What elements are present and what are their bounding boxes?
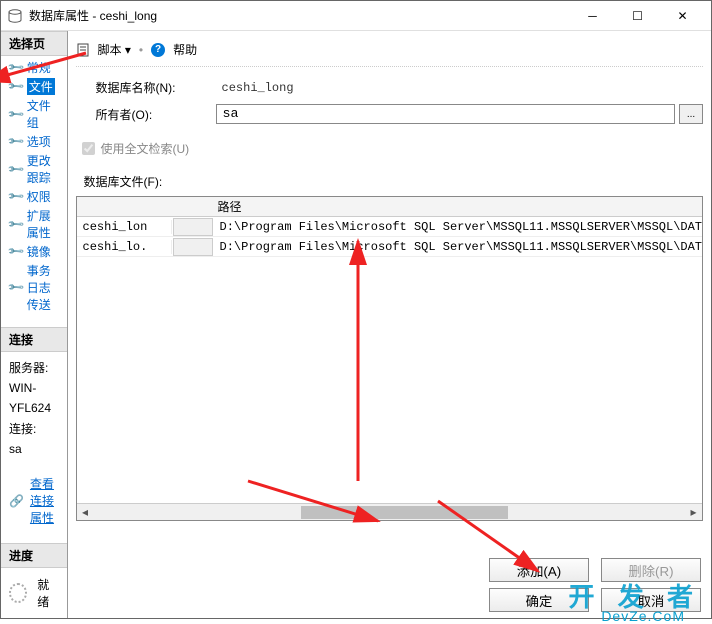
help-icon: ? — [151, 43, 165, 57]
horizontal-scrollbar[interactable]: ◂ ▸ — [77, 503, 702, 520]
table-row[interactable]: ceshi_lo. D:\Program Files\Microsoft SQL… — [77, 237, 702, 257]
db-name-value: ceshi_long — [216, 81, 703, 95]
wrench-icon: 🔧 — [6, 58, 25, 77]
page-filegroups[interactable]: 🔧文件组 — [1, 96, 67, 132]
page-permissions[interactable]: 🔧权限 — [1, 187, 67, 206]
server-value: WIN-YFL624 — [9, 378, 59, 419]
wrench-icon: 🔧 — [6, 132, 25, 151]
scroll-thumb[interactable] — [301, 506, 508, 519]
watermark-sub: DevZe.CoM — [601, 608, 685, 624]
maximize-button[interactable]: ☐ — [615, 1, 660, 30]
cell-button[interactable] — [173, 218, 213, 236]
database-icon — [7, 8, 23, 24]
page-list: 🔧常规 🔧文件 🔧文件组 🔧选项 🔧更改跟踪 🔧权限 🔧扩展属性 🔧镜像 🔧事务… — [1, 56, 67, 316]
wrench-icon: 🔧 — [6, 215, 25, 234]
conn-value: sa — [9, 439, 59, 459]
close-button[interactable]: ✕ — [660, 1, 705, 30]
page-change-tracking[interactable]: 🔧更改跟踪 — [1, 151, 67, 187]
db-name-row: 数据库名称(N): ceshi_long — [76, 79, 703, 96]
owner-browse-button[interactable]: ... — [679, 104, 703, 124]
wrench-icon: 🔧 — [6, 77, 25, 96]
sidebar: 选择页 🔧常规 🔧文件 🔧文件组 🔧选项 🔧更改跟踪 🔧权限 🔧扩展属性 🔧镜像… — [1, 31, 68, 618]
connection-info: 服务器: WIN-YFL624 连接: sa — [1, 352, 67, 470]
fts-label: 使用全文检索(U) — [101, 140, 190, 157]
conn-label: 连接: — [9, 419, 59, 439]
scroll-left-icon[interactable]: ◂ — [77, 504, 94, 521]
db-properties-window: 数据库属性 - ceshi_long ─ ☐ ✕ 选择页 🔧常规 🔧文件 🔧文件… — [0, 0, 712, 619]
page-extended-props[interactable]: 🔧扩展属性 — [1, 206, 67, 242]
wrench-icon: 🔧 — [6, 160, 25, 179]
server-label: 服务器: — [9, 358, 59, 378]
owner-row: 所有者(O): ... — [76, 104, 703, 124]
page-options[interactable]: 🔧选项 — [1, 132, 67, 151]
select-page-header: 选择页 — [1, 31, 67, 56]
view-connection-props-link[interactable]: 🔗 查看连接属性 — [1, 469, 67, 532]
window-controls: ─ ☐ ✕ — [570, 1, 705, 30]
owner-label: 所有者(O): — [76, 106, 216, 123]
page-log-shipping[interactable]: 🔧事务日志传送 — [1, 261, 67, 314]
window-title: 数据库属性 - ceshi_long — [29, 7, 570, 24]
wrench-icon: 🔧 — [6, 242, 25, 261]
db-files-grid[interactable]: 路径 ceshi_lon D:\Program Files\Microsoft … — [76, 196, 703, 521]
connection-header: 连接 — [1, 327, 67, 352]
owner-input[interactable] — [216, 104, 675, 124]
help-link[interactable]: 帮助 — [173, 41, 197, 58]
window-body: 选择页 🔧常规 🔧文件 🔧文件组 🔧选项 🔧更改跟踪 🔧权限 🔧扩展属性 🔧镜像… — [1, 31, 711, 618]
page-mirroring[interactable]: 🔧镜像 — [1, 242, 67, 261]
titlebar: 数据库属性 - ceshi_long ─ ☐ ✕ — [1, 1, 711, 31]
fts-row: 使用全文检索(U) — [76, 140, 703, 157]
grid-header: 路径 — [77, 197, 702, 217]
scroll-track[interactable] — [94, 504, 685, 520]
fts-checkbox — [82, 142, 95, 155]
db-name-label: 数据库名称(N): — [76, 79, 216, 96]
main-toolbar: 脚本 ▾ • ? 帮助 — [76, 39, 703, 67]
minimize-button[interactable]: ─ — [570, 1, 615, 30]
wrench-icon: 🔧 — [6, 278, 25, 297]
page-files[interactable]: 🔧文件 — [1, 77, 67, 96]
scroll-right-icon[interactable]: ▸ — [685, 504, 702, 521]
db-files-label: 数据库文件(F): — [76, 173, 703, 190]
table-row[interactable]: ceshi_lon D:\Program Files\Microsoft SQL… — [77, 217, 702, 237]
main-panel: 脚本 ▾ • ? 帮助 数据库名称(N): ceshi_long 所有者(O):… — [68, 31, 711, 618]
spinner-icon — [9, 583, 27, 603]
grid-col-path: 路径 — [212, 198, 702, 215]
connection-icon: 🔗 — [9, 494, 24, 508]
script-icon — [76, 43, 90, 57]
progress-header: 进度 — [1, 543, 67, 568]
progress-status: 就绪 — [1, 568, 67, 618]
wrench-icon: 🔧 — [6, 105, 25, 124]
page-general[interactable]: 🔧常规 — [1, 58, 67, 77]
script-dropdown[interactable]: 脚本 ▾ — [98, 41, 131, 58]
cell-button[interactable] — [173, 238, 213, 256]
wrench-icon: 🔧 — [6, 187, 25, 206]
